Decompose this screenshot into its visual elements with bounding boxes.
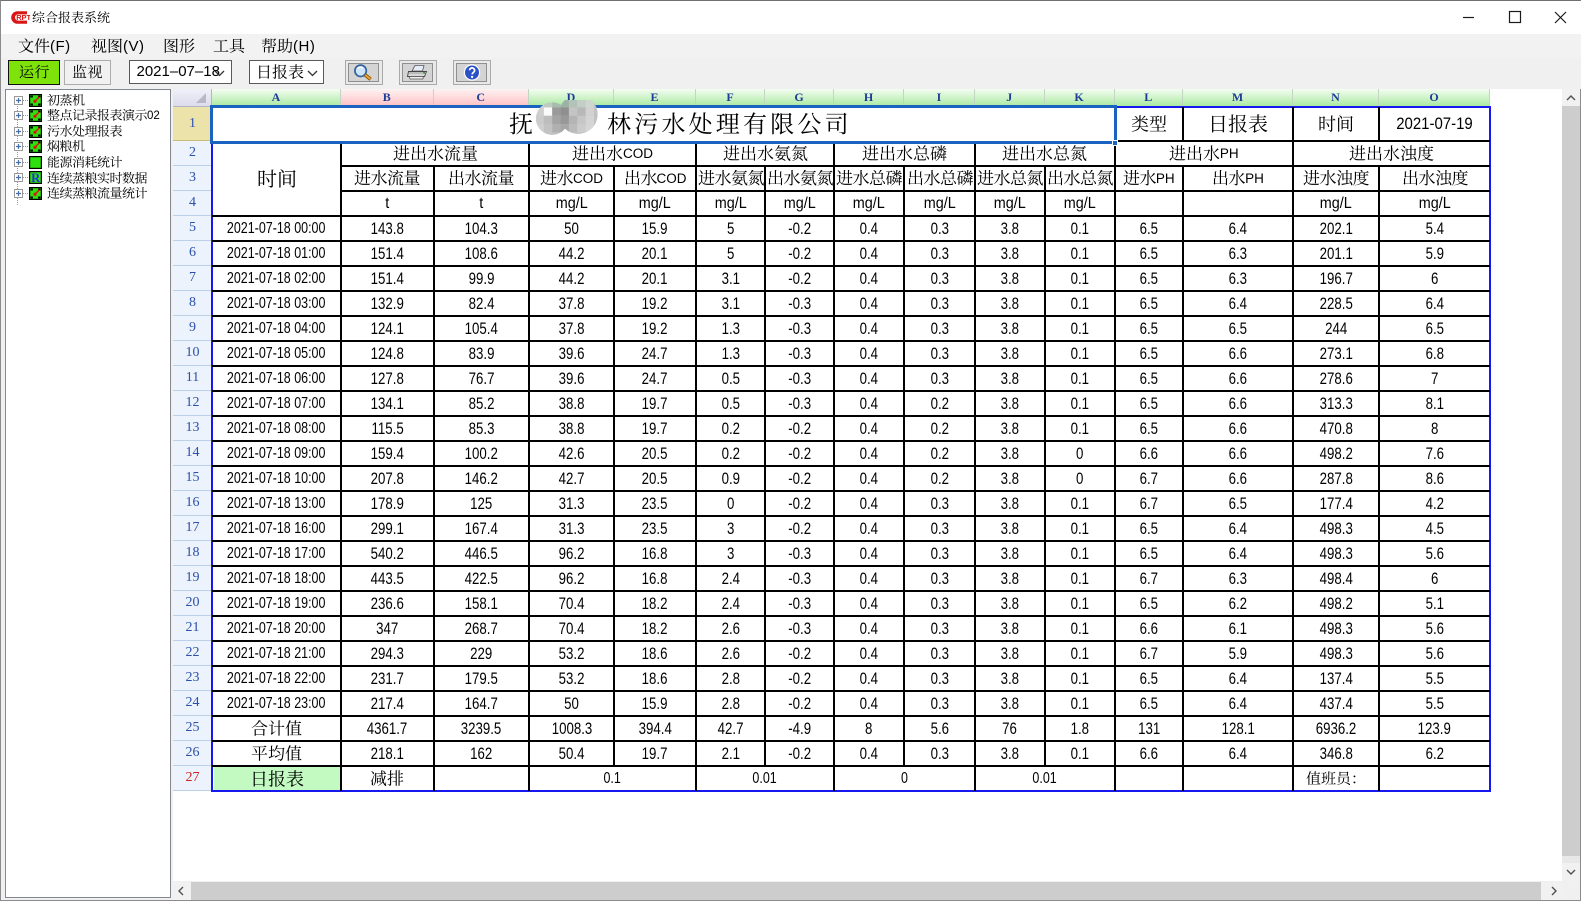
svg-text:RPT: RPT <box>16 13 30 22</box>
svg-text:R: R <box>31 171 41 184</box>
